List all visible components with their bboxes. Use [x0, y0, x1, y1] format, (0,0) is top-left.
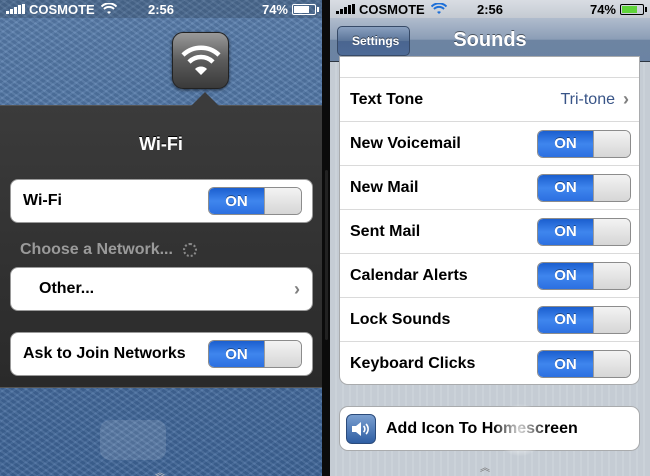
wifi-toggle-row: Wi-Fi ON [10, 179, 313, 223]
lock-sounds-switch[interactable]: ON [537, 305, 631, 334]
sent-mail-row: Sent Mail ON [340, 210, 639, 254]
switch-on-label: ON [209, 188, 264, 214]
add-icon-row[interactable]: Add Icon To Homescreen [340, 407, 639, 450]
switch-knob [593, 262, 630, 289]
row-label: Add Icon To Homescreen [386, 419, 578, 437]
switch-knob [593, 218, 630, 245]
divider [322, 0, 330, 476]
switch-on-label: ON [538, 130, 593, 157]
row-label: Lock Sounds [350, 310, 451, 328]
dock-icon [100, 420, 166, 460]
chevron-right-icon: › [294, 278, 300, 299]
keyboard-clicks-switch[interactable]: ON [537, 350, 631, 378]
keyboard-clicks-row: Keyboard Clicks ON [340, 342, 639, 384]
switch-on-label: ON [209, 341, 264, 367]
battery-charging-icon [620, 3, 647, 15]
battery-percent: 74% [261, 1, 288, 17]
choose-network-label: Choose a Network... [20, 241, 173, 258]
switch-knob [264, 188, 301, 214]
row-value: Tri-tone [560, 90, 615, 108]
new-mail-switch[interactable]: ON [537, 173, 631, 202]
switch-knob [593, 130, 630, 157]
text-tone-row[interactable]: Text Tone Tri-tone › [340, 78, 639, 122]
switch-on-label: ON [538, 174, 593, 201]
signal-icon [6, 4, 25, 14]
wifi-icon [172, 32, 229, 89]
switch-on-label: ON [538, 351, 593, 377]
page-title: Sounds [453, 29, 527, 51]
carrier-name: COSMOTE [359, 1, 425, 17]
other-network-row[interactable]: Other... › [10, 267, 313, 311]
wifi-screen: COSMOTE 2:56 74% Wi-Fi Wi-Fi ON Choose a… [0, 0, 322, 476]
sounds-list: Text Tone Tri-tone › New Voicemail ON Ne… [339, 56, 640, 385]
signal-icon [336, 4, 355, 14]
popup-title: Wi-Fi [139, 134, 183, 154]
wifi-switch[interactable]: ON [208, 187, 302, 215]
status-bar: COSMOTE 2:56 74% [0, 0, 322, 18]
row-label: Text Tone [350, 90, 424, 108]
calendar-alerts-row: Calendar Alerts ON [340, 254, 639, 298]
speaker-icon [346, 413, 376, 444]
choose-network-section: Choose a Network... [20, 241, 197, 259]
switch-on-label: ON [538, 262, 593, 289]
switch-on-label: ON [538, 306, 593, 333]
ask-to-join-switch[interactable]: ON [208, 340, 302, 368]
ask-to-join-label: Ask to Join Networks [23, 345, 186, 362]
switch-on-label: ON [538, 218, 593, 245]
battery-percent: 74% [589, 1, 616, 17]
wifi-label: Wi-Fi [23, 192, 62, 209]
list-item [340, 57, 639, 78]
grabber-icon[interactable]: ︽ [150, 464, 170, 476]
battery-icon [292, 3, 319, 15]
switch-knob [593, 306, 630, 333]
row-label: Calendar Alerts [350, 266, 468, 284]
calendar-alerts-switch[interactable]: ON [537, 261, 631, 290]
switch-knob [593, 174, 630, 201]
row-label: New Mail [350, 178, 419, 196]
new-voicemail-switch[interactable]: ON [537, 129, 631, 158]
lock-sounds-row: Lock Sounds ON [340, 298, 639, 342]
row-label: Sent Mail [350, 222, 421, 240]
ask-to-join-row: Ask to Join Networks ON [10, 332, 313, 376]
row-label: New Voicemail [350, 134, 461, 152]
wifi-status-icon [430, 3, 447, 14]
row-label: Keyboard Clicks [350, 355, 476, 372]
switch-knob [593, 351, 630, 377]
sounds-screen: COSMOTE 2:56 74% Settings Sounds Text To… [330, 0, 650, 476]
add-icon-group: Add Icon To Homescreen [339, 406, 640, 451]
chevron-right-icon: › [623, 89, 629, 109]
status-bar: COSMOTE 2:56 74% [330, 0, 650, 18]
touch-indicator [494, 404, 546, 456]
grabber-icon[interactable]: ︽ [480, 459, 490, 474]
spinner-icon [182, 243, 197, 257]
new-voicemail-row: New Voicemail ON [340, 122, 639, 166]
other-label: Other... [39, 280, 95, 297]
new-mail-row: New Mail ON [340, 166, 639, 210]
carrier-name: COSMOTE [29, 1, 95, 17]
popup-arrow [191, 92, 219, 106]
sent-mail-switch[interactable]: ON [537, 217, 631, 246]
wifi-status-icon [100, 3, 117, 14]
switch-knob [264, 341, 301, 367]
